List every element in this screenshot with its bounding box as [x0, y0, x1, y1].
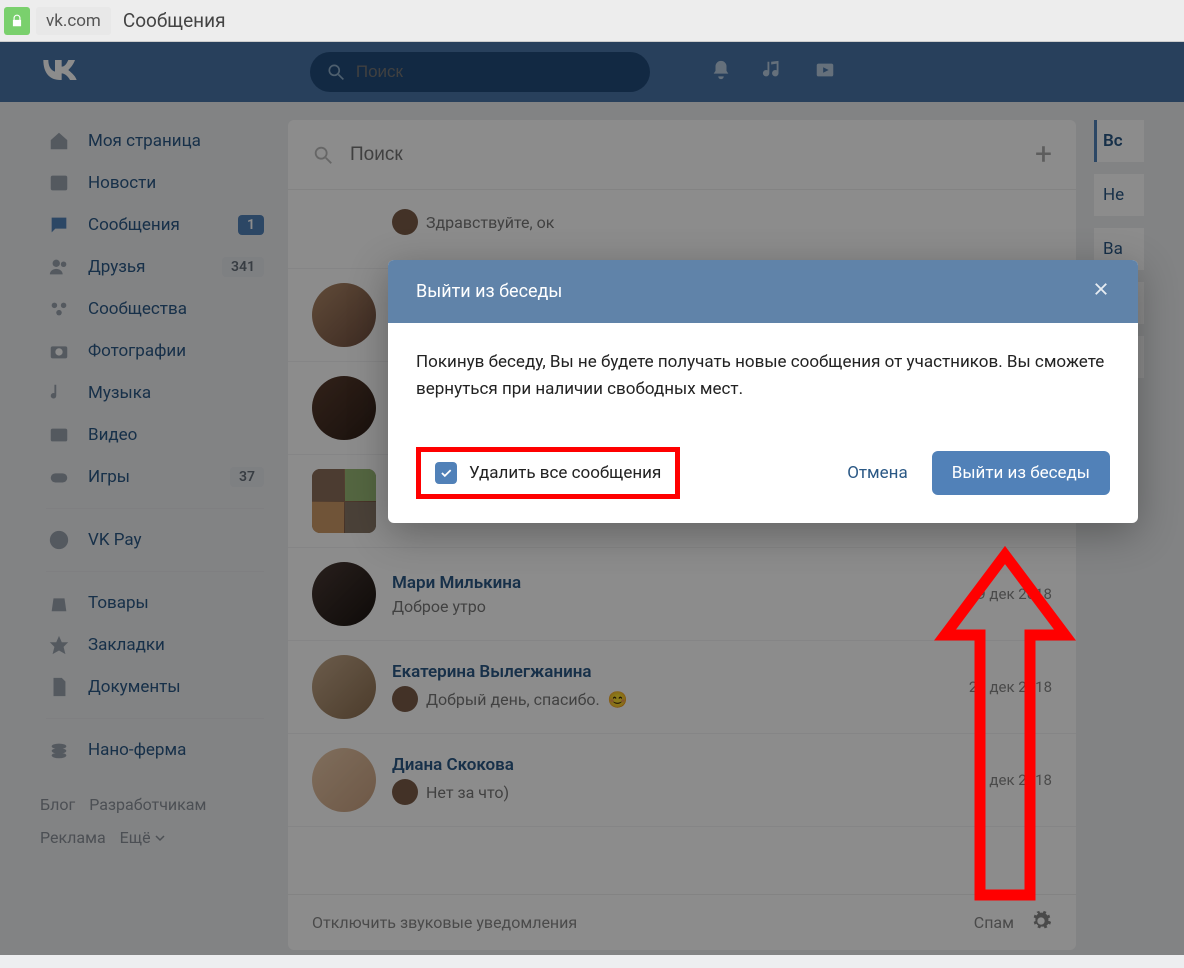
sidebar-item-video[interactable]: Видео — [40, 414, 270, 456]
messages-icon — [46, 212, 72, 238]
sidebar-item-nanofarm[interactable]: Нано-ферма — [40, 729, 270, 771]
nav-separator — [46, 718, 264, 719]
sidebar-item-music[interactable]: Музыка — [40, 372, 270, 414]
sidebar-item-photos[interactable]: Фотографии — [40, 330, 270, 372]
app-icon — [46, 737, 72, 763]
footer-dev[interactable]: Разработчикам — [89, 791, 206, 818]
top-search-input[interactable] — [356, 62, 634, 82]
avatar — [312, 376, 376, 440]
sidebar-item-communities[interactable]: Сообщества — [40, 288, 270, 330]
music-icon[interactable] — [762, 59, 784, 85]
conversation-item[interactable]: Диана СкоковаНет за что) 9 дек 2018 — [288, 734, 1076, 827]
browser-host: vk.com — [36, 7, 111, 35]
footer-links: Блог Разработчикам Реклама Ещё — [40, 791, 270, 851]
avatar — [312, 748, 376, 812]
sidebar-item-friends[interactable]: Друзья341 — [40, 246, 270, 288]
video-icon[interactable] — [814, 59, 836, 85]
close-icon[interactable] — [1092, 280, 1110, 303]
document-icon — [46, 674, 72, 700]
sidebar-item-vkpay[interactable]: VK Pay — [40, 519, 270, 561]
top-search[interactable] — [310, 52, 650, 92]
avatar — [312, 283, 376, 347]
messages-search-bar: + — [288, 120, 1076, 190]
mini-avatar — [392, 779, 418, 805]
avatar — [312, 655, 376, 719]
footer-blog[interactable]: Блог — [40, 791, 75, 818]
sidebar-item-documents[interactable]: Документы — [40, 666, 270, 708]
avatar-group — [312, 469, 376, 533]
page: Моя страница Новости Сообщения1 Друзья34… — [0, 102, 1184, 968]
footer-more[interactable]: Ещё — [120, 824, 165, 851]
sidebar-item-bookmarks[interactable]: Закладки — [40, 624, 270, 666]
new-conversation-button[interactable]: + — [1035, 137, 1052, 172]
browser-url-bar: vk.com Сообщения — [0, 0, 1184, 42]
filter-tab[interactable]: Не — [1094, 174, 1144, 216]
nav-separator — [46, 508, 264, 509]
browser-title: Сообщения — [123, 9, 226, 32]
right-filter-panel: Вс Не Ва Ан Ек — [1094, 120, 1144, 950]
leave-chat-modal: Выйти из беседы Покинув беседу, Вы не бу… — [388, 260, 1138, 523]
lock-icon — [4, 7, 30, 35]
camera-icon — [46, 338, 72, 364]
communities-icon — [46, 296, 72, 322]
sidebar: Моя страница Новости Сообщения1 Друзья34… — [40, 120, 270, 950]
bag-icon — [46, 590, 72, 616]
mini-avatar — [392, 686, 418, 712]
chevron-down-icon — [155, 833, 165, 843]
messages-search-input[interactable] — [350, 144, 1019, 166]
sidebar-item-messages[interactable]: Сообщения1 — [40, 204, 270, 246]
sidebar-item-my-page[interactable]: Моя страница — [40, 120, 270, 162]
cancel-button[interactable]: Отмена — [841, 453, 914, 493]
mute-notifications-link[interactable]: Отключить звуковые уведомления — [312, 913, 577, 932]
messages-bottom-bar: Отключить звуковые уведомления Спам — [288, 894, 1076, 950]
friends-icon — [46, 254, 72, 280]
home-icon — [46, 128, 72, 154]
news-icon — [46, 170, 72, 196]
vk-logo[interactable] — [40, 50, 80, 94]
topbar — [0, 42, 1184, 102]
footer-ads[interactable]: Реклама — [40, 824, 106, 851]
search-icon — [326, 61, 346, 83]
modal-footer: Удалить все сообщения Отмена Выйти из бе… — [388, 429, 1138, 523]
nav-separator — [46, 571, 264, 572]
leave-chat-button[interactable]: Выйти из беседы — [932, 451, 1110, 495]
music-nav-icon — [46, 380, 72, 406]
delete-all-checkbox-highlight: Удалить все сообщения — [416, 447, 680, 499]
checkbox-label: Удалить все сообщения — [469, 463, 661, 483]
modal-body: Покинув беседу, Вы не будете получать но… — [388, 323, 1138, 429]
modal-header: Выйти из беседы — [388, 260, 1138, 323]
sidebar-item-market[interactable]: Товары — [40, 582, 270, 624]
star-icon — [46, 632, 72, 658]
filter-tab[interactable]: Вс — [1094, 120, 1144, 162]
gamepad-icon — [46, 464, 72, 490]
gear-icon[interactable] — [1030, 910, 1052, 936]
conversation-item[interactable]: Екатерина ВылегжанинаДобрый день, спасиб… — [288, 641, 1076, 734]
search-icon — [312, 144, 334, 166]
spam-link[interactable]: Спам — [974, 913, 1014, 932]
conversation-item[interactable]: Мари МилькинаДоброе утро 9 дек 2018 — [288, 548, 1076, 641]
mini-avatar — [392, 209, 418, 235]
bell-icon[interactable] — [710, 59, 732, 85]
modal-title: Выйти из беседы — [416, 281, 562, 302]
ruble-icon — [46, 527, 72, 553]
messages-panel: + Здравствуйте, ок Мари МилькинаДоброе у… — [288, 120, 1076, 950]
avatar — [312, 562, 376, 626]
conversation-item[interactable]: Здравствуйте, ок — [288, 190, 1076, 269]
film-icon — [46, 422, 72, 448]
sidebar-item-news[interactable]: Новости — [40, 162, 270, 204]
sidebar-item-games[interactable]: Игры37 — [40, 456, 270, 498]
delete-all-checkbox[interactable] — [435, 462, 457, 484]
